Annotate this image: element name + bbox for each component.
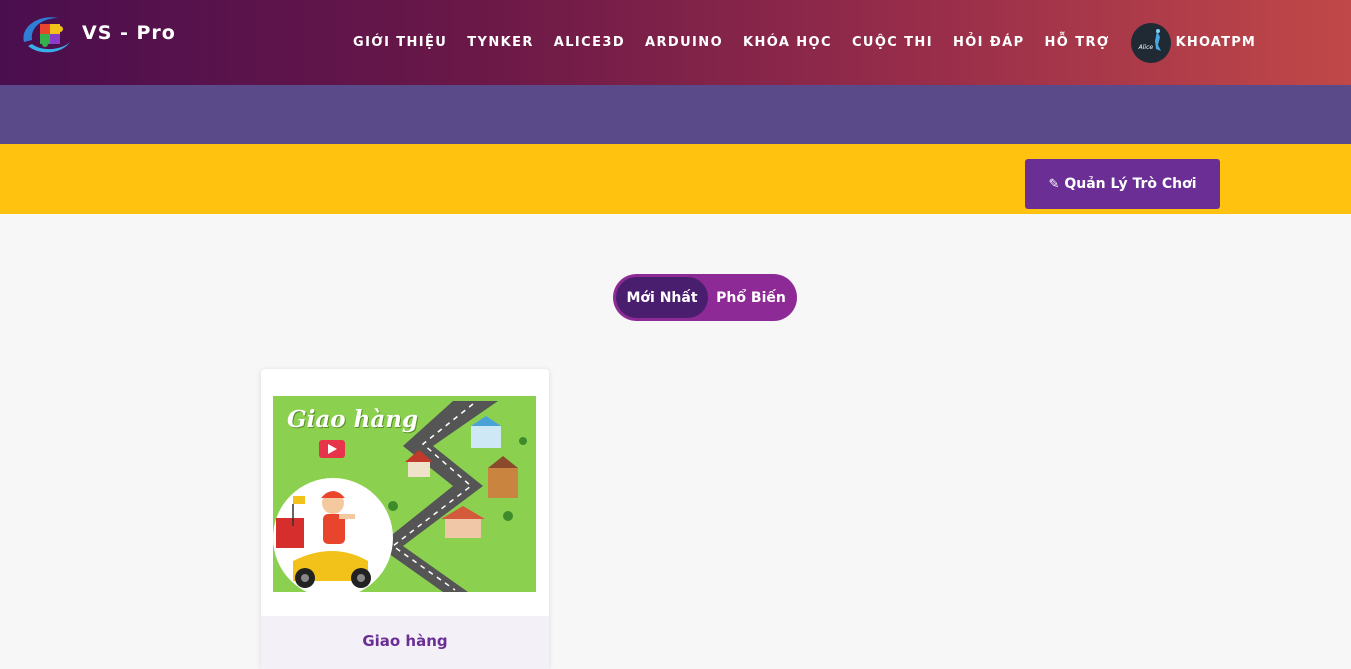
avatar: Alice — [1130, 22, 1171, 63]
top-navbar: VS - Pro GIỚI THIỆU TYNKER ALICE3D ARDUI… — [0, 0, 1351, 85]
game-title[interactable]: Giao hàng — [261, 632, 549, 650]
header-band — [0, 85, 1351, 144]
nav-item-ho-tro[interactable]: HỖ TRỢ — [1045, 35, 1110, 50]
main-nav: GIỚI THIỆU TYNKER ALICE3D ARDUINO KHÓA H… — [353, 0, 1256, 85]
brand-name: VS - Pro — [82, 22, 176, 44]
manage-games-label: Quản Lý Trò Chơi — [1064, 176, 1197, 192]
username: KHOATPM — [1175, 35, 1257, 50]
nav-item-gioi-thieu[interactable]: GIỚI THIỆU — [353, 35, 447, 50]
avatar-label: Alice — [1138, 43, 1154, 51]
game-card[interactable]: Giao hàng Giao hàng — [261, 369, 549, 669]
puzzle-swoosh-logo-icon — [23, 17, 70, 53]
nav-item-hoi-dap[interactable]: HỎI ĐÁP — [953, 35, 1025, 50]
game-thumbnail: Giao hàng — [273, 396, 536, 592]
site-logo[interactable]: VS - Pro — [18, 12, 178, 60]
user-menu[interactable]: Alice KHOATPM — [1130, 22, 1257, 63]
edit-icon: ✎ — [1048, 176, 1060, 192]
alice-avatar-icon — [1154, 28, 1161, 51]
tab-popular-label: Phổ Biến — [716, 289, 786, 306]
sort-toggle: Mới Nhất Phổ Biến — [613, 274, 797, 321]
nav-item-cuoc-thi[interactable]: CUỘC THI — [852, 35, 933, 50]
nav-item-arduino[interactable]: ARDUINO — [645, 35, 723, 50]
card-footer: Giao hàng — [261, 616, 549, 669]
manage-games-button[interactable]: ✎ Quản Lý Trò Chơi — [1025, 159, 1220, 209]
tab-popular[interactable]: Phổ Biến — [708, 277, 794, 318]
nav-item-khoa-hoc[interactable]: KHÓA HỌC — [743, 35, 832, 50]
thumbnail-title: Giao hàng — [287, 406, 419, 433]
tab-newest[interactable]: Mới Nhất — [616, 277, 708, 318]
nav-item-tynker[interactable]: TYNKER — [467, 35, 534, 50]
tab-newest-label: Mới Nhất — [626, 289, 698, 306]
nav-item-alice3d[interactable]: ALICE3D — [554, 35, 625, 50]
